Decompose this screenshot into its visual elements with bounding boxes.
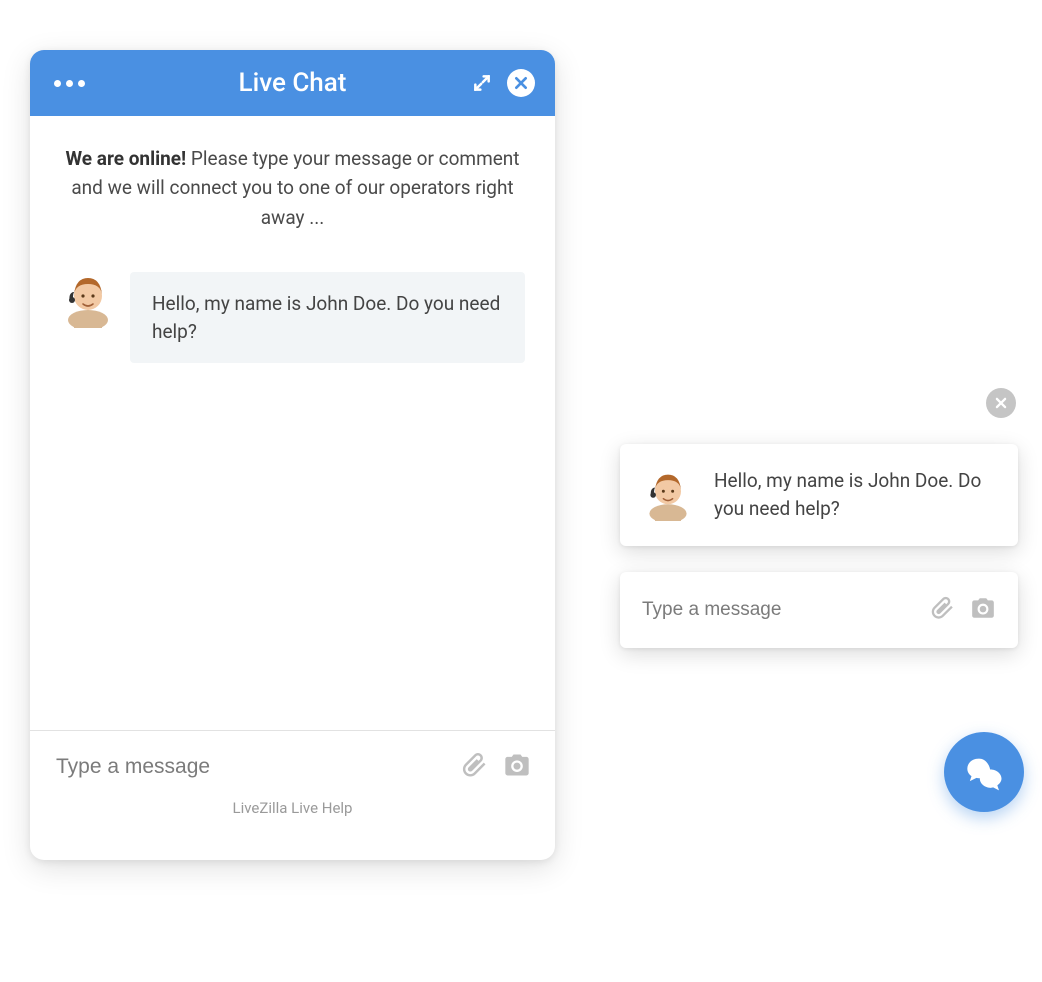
live-chat-window: Live Chat We are online! Please type you… [30, 50, 555, 860]
compact-operator-avatar [642, 469, 694, 521]
compact-camera-icon[interactable] [970, 595, 996, 625]
brand-footer[interactable]: LiveZilla Live Help [30, 789, 555, 833]
compact-input-card [620, 572, 1018, 648]
message-input[interactable] [56, 755, 461, 779]
compact-message-input[interactable] [642, 599, 930, 621]
operator-message-bubble: Hello, my name is John Doe. Do you need … [130, 272, 525, 363]
compact-close-button[interactable] [986, 388, 1016, 418]
chat-input-bar: LiveZilla Live Help [30, 730, 555, 860]
more-options-icon[interactable] [54, 80, 85, 87]
welcome-status: We are online! [65, 147, 186, 170]
camera-icon[interactable] [503, 751, 531, 783]
attachment-icon[interactable] [461, 751, 489, 783]
chat-body: We are online! Please type your message … [30, 116, 555, 730]
compact-message-card[interactable]: Hello, my name is John Doe. Do you need … [620, 444, 1018, 546]
expand-icon[interactable] [471, 72, 493, 94]
chat-header: Live Chat [30, 50, 555, 116]
chat-fab-button[interactable] [944, 732, 1024, 812]
close-button[interactable] [507, 69, 535, 97]
compact-message-text: Hello, my name is John Doe. Do you need … [714, 467, 996, 522]
operator-avatar [60, 272, 116, 328]
operator-message-row: Hello, my name is John Doe. Do you need … [60, 272, 525, 363]
welcome-text: We are online! Please type your message … [60, 144, 525, 232]
compact-attachment-icon[interactable] [930, 595, 956, 625]
